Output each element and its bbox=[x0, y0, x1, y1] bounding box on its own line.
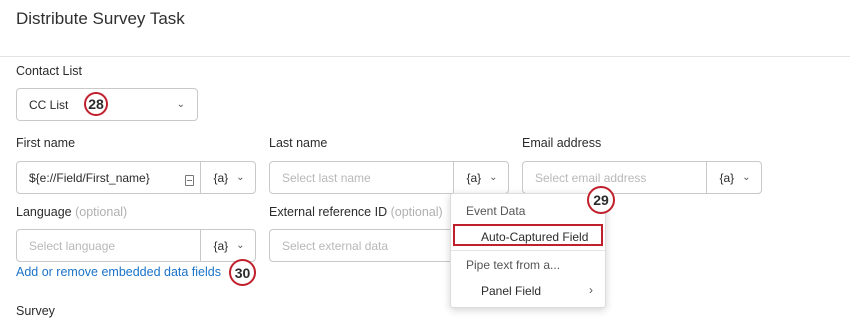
language-placeholder: Select language bbox=[29, 238, 116, 253]
email-label: Email address bbox=[522, 136, 602, 150]
external-ref-optional: (optional) bbox=[390, 205, 443, 219]
document-icon bbox=[185, 173, 194, 191]
chevron-down-icon: ⌄ bbox=[742, 172, 751, 183]
event-data-header: Event Data bbox=[466, 204, 526, 218]
email-placeholder: Select email address bbox=[535, 170, 647, 185]
email-field[interactable]: Select email address {a} ⌄ bbox=[522, 161, 762, 194]
chevron-down-icon: ⌄ bbox=[489, 172, 498, 183]
first-name-label: First name bbox=[16, 136, 76, 150]
chevron-right-icon: › bbox=[589, 283, 593, 297]
pipe-text-label: {a} bbox=[213, 170, 229, 185]
last-name-placeholder: Select last name bbox=[282, 170, 371, 185]
embedded-data-link[interactable]: Add or remove embedded data fields bbox=[16, 265, 221, 279]
email-pipe-button[interactable]: {a} ⌄ bbox=[706, 162, 763, 193]
first-name-field[interactable]: ${e://Field/First_name} {a} ⌄ bbox=[16, 161, 256, 194]
chevron-down-icon: ⌄ bbox=[236, 172, 245, 183]
highlight-box bbox=[453, 224, 603, 246]
external-ref-label: External reference ID (optional) bbox=[269, 205, 443, 219]
modal-header: Distribute Survey Task bbox=[0, 0, 850, 57]
language-pipe-button[interactable]: {a} ⌄ bbox=[200, 230, 257, 261]
external-ref-field[interactable]: Select external data bbox=[269, 229, 454, 262]
language-label-text: Language bbox=[16, 205, 72, 219]
chevron-down-icon: ⌄ bbox=[176, 99, 185, 110]
language-label: Language (optional) bbox=[16, 205, 127, 219]
language-optional: (optional) bbox=[75, 205, 128, 219]
last-name-field[interactable]: Select last name {a} ⌄ bbox=[269, 161, 509, 194]
chevron-down-icon: ⌄ bbox=[236, 240, 245, 251]
contact-list-label: Contact List bbox=[16, 64, 83, 78]
language-field[interactable]: Select language {a} ⌄ bbox=[16, 229, 256, 262]
pipe-text-label: {a} bbox=[213, 238, 229, 253]
step-marker-30: 30 bbox=[229, 259, 256, 286]
step-marker-29: 29 bbox=[587, 186, 615, 214]
menu-divider bbox=[451, 250, 605, 251]
external-ref-placeholder: Select external data bbox=[282, 238, 389, 253]
panel-field-item[interactable]: Panel Field bbox=[481, 284, 541, 298]
first-name-pipe-button[interactable]: {a} ⌄ bbox=[200, 162, 257, 193]
step-marker-28: 28 bbox=[84, 92, 108, 116]
pipe-text-label: {a} bbox=[466, 170, 482, 185]
first-name-value: ${e://Field/First_name} bbox=[29, 170, 150, 185]
external-ref-label-text: External reference ID bbox=[269, 205, 388, 219]
survey-label: Survey bbox=[16, 304, 55, 318]
contact-list-value: CC List bbox=[29, 97, 69, 112]
page-title: Distribute Survey Task bbox=[16, 9, 185, 28]
last-name-label: Last name bbox=[269, 136, 328, 150]
last-name-pipe-button[interactable]: {a} ⌄ bbox=[453, 162, 510, 193]
pipe-text-label: {a} bbox=[719, 170, 735, 185]
pipe-text-from-header: Pipe text from a... bbox=[466, 258, 561, 272]
pipe-text-dropdown-menu: Event Data Auto-Captured Field Pipe text… bbox=[450, 193, 606, 308]
